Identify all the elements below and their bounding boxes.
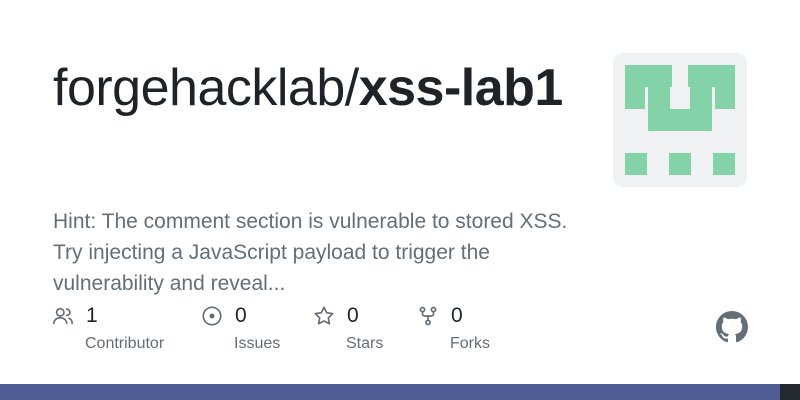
fork-icon (417, 305, 439, 327)
repo-identicon (613, 53, 747, 187)
contributors-label: Contributor (85, 335, 165, 352)
language-bar (0, 384, 800, 400)
repo-name[interactable]: xss-lab1 (359, 59, 564, 117)
stat-issues[interactable]: 0 Issues (201, 302, 280, 362)
repo-owner[interactable]: forgehacklab/ (53, 59, 359, 117)
repo-description: Hint: The comment section is vulnerable … (53, 210, 568, 295)
issues-label: Issues (234, 335, 281, 352)
forks-label: Forks (450, 335, 490, 352)
repo-title[interactable]: forgehacklab/xss-lab1 (53, 56, 593, 120)
issues-count: 0 (235, 304, 247, 327)
language-bar-segment-primary (0, 384, 780, 400)
stat-forks[interactable]: 0 Forks (417, 302, 490, 362)
forks-count: 0 (451, 304, 463, 327)
language-bar-segment-secondary (780, 384, 800, 400)
stat-stars[interactable]: 0 Stars (313, 302, 383, 362)
contributors-count: 1 (86, 304, 98, 327)
github-logo-icon[interactable] (716, 311, 748, 343)
repo-social-card: forgehacklab/xss-lab1 Hint: The comment … (0, 0, 800, 400)
stars-count: 0 (347, 304, 359, 327)
repo-stats: 1 Contributor 0 Issues 0 Stars 0 Forks (52, 302, 572, 362)
stat-contributors[interactable]: 1 Contributor (52, 302, 164, 362)
identicon-pattern (625, 65, 735, 175)
star-icon (313, 305, 335, 327)
stars-label: Stars (346, 335, 384, 352)
issue-icon (201, 305, 223, 327)
people-icon (52, 305, 74, 327)
